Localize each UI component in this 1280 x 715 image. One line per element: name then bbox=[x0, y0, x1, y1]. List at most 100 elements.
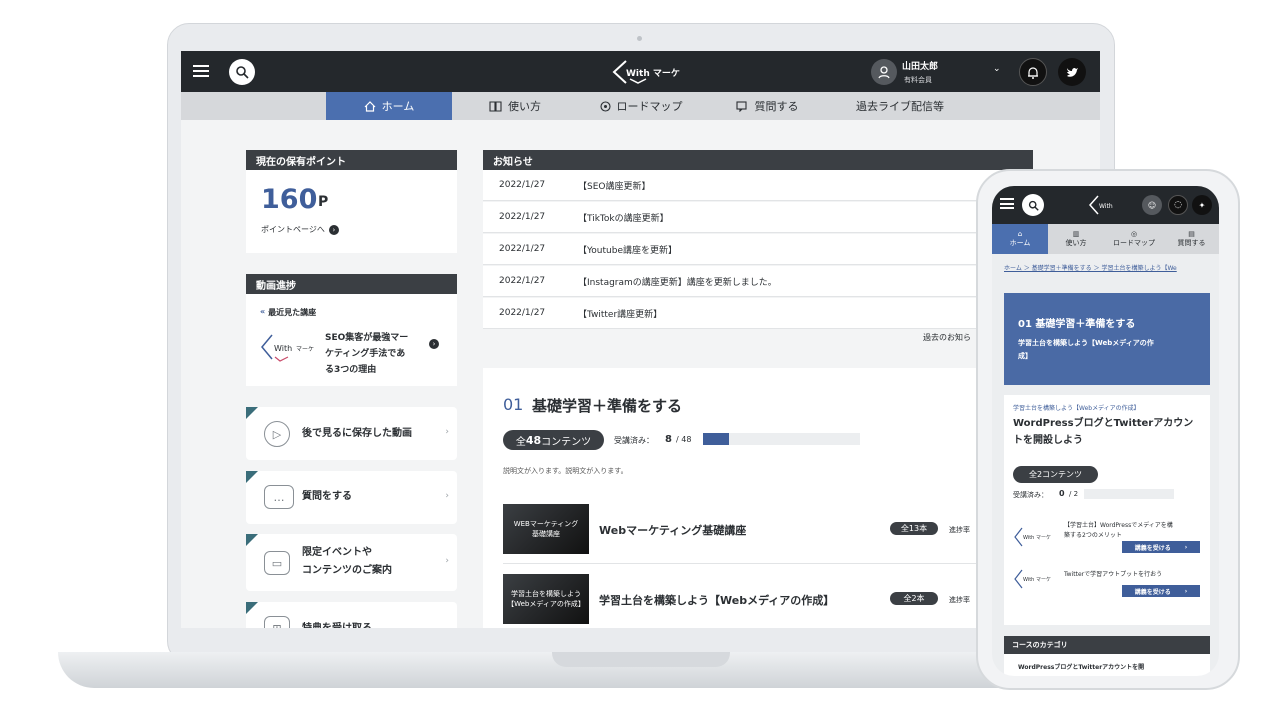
saved-videos-label: 後で見るに保存した動画 bbox=[302, 428, 412, 439]
phone-taken-label: 受講済み： bbox=[1013, 491, 1048, 499]
with-logo-icon: With マーケ bbox=[1014, 569, 1051, 589]
news-title: 【Twitter講座更新】 bbox=[578, 309, 663, 320]
phone-lesson-line: 築する2つのメリット bbox=[1064, 532, 1122, 539]
category-header: コースのカテゴリ bbox=[1004, 636, 1210, 654]
lesson-count-badge: 全2本 bbox=[890, 592, 938, 605]
course-progress-fill bbox=[703, 433, 730, 445]
laptop-screen: With マーケ 山田太郎 有料会員 ⌄ ホーム 使い方 ロードマップ 質問する… bbox=[181, 51, 1100, 628]
ask-question-card[interactable]: … 質問をする › bbox=[246, 471, 457, 524]
chat-icon: ▤ bbox=[1188, 230, 1195, 238]
phone-lesson-title[interactable]: 【学習土台】WordPressでメディアを構 築する2つのメリット bbox=[1064, 521, 1173, 541]
news-row[interactable]: 2022/1/27 【Instagramの講座更新】講座を更新しました。 bbox=[483, 266, 1033, 297]
card-corner bbox=[246, 407, 258, 419]
points-link-label: ポイントページへ bbox=[261, 225, 325, 234]
hero-sub-line: 成】 bbox=[1018, 352, 1032, 360]
laptop-notch bbox=[552, 652, 730, 667]
nav-item-guide[interactable]: 使い方 bbox=[452, 92, 578, 120]
twitter-icon[interactable]: ✦ bbox=[1192, 195, 1212, 215]
course-title: 基礎学習＋準備をする bbox=[532, 397, 683, 415]
recent-label: « 最近見た講座 bbox=[260, 307, 316, 318]
recent-label-text: 最近見た講座 bbox=[268, 308, 317, 317]
phone-nav-item-guide[interactable]: ▥ 使い方 bbox=[1048, 224, 1104, 254]
category-item[interactable]: WordPressブログとTwitterアカウントを開 bbox=[1018, 662, 1144, 671]
thumb-line: 【Webメディアの作成】 bbox=[507, 600, 585, 608]
take-lesson-button[interactable]: 講義を受ける › bbox=[1122, 585, 1200, 597]
chat-bubble-icon: … bbox=[264, 485, 294, 509]
gift-card[interactable]: ⊞ 特典を受け取る bbox=[246, 602, 457, 628]
nav-label-question: 質問する bbox=[754, 100, 799, 113]
nav-item-home[interactable]: ホーム bbox=[326, 92, 452, 120]
chevron-down-icon[interactable]: ⌄ bbox=[993, 64, 1001, 74]
double-chevron-left-icon: « bbox=[260, 307, 266, 316]
home-icon bbox=[364, 100, 376, 112]
phone-nav-item-home[interactable]: ⌂ ホーム bbox=[992, 224, 1048, 254]
site-logo[interactable]: With マーケ bbox=[612, 59, 682, 85]
course-number: 01 bbox=[503, 395, 524, 414]
thumb-line: 学習土台を構築しよう bbox=[511, 590, 581, 598]
twitter-icon[interactable] bbox=[1058, 58, 1086, 86]
lesson-title[interactable]: Webマーケティング基礎講座 bbox=[599, 522, 746, 538]
phone-total-pill: 全2コンテンツ bbox=[1013, 466, 1098, 483]
phone-lesson-line: 【学習土台】WordPressでメディアを構 bbox=[1064, 522, 1173, 529]
with-logo-icon: With マーケ bbox=[1014, 527, 1051, 547]
news-title: 【TikTokの講座更新】 bbox=[578, 213, 669, 224]
points-link[interactable]: ポイントページへ › bbox=[261, 224, 339, 235]
news-date: 2022/1/27 bbox=[499, 212, 546, 222]
lesson-status: 進捗率 bbox=[949, 596, 970, 604]
total-prefix: 全 bbox=[515, 436, 526, 448]
lesson-status: 進捗率 bbox=[949, 526, 970, 534]
hamburger-menu-icon[interactable] bbox=[1000, 198, 1014, 209]
top-header: With マーケ 山田太郎 有料会員 ⌄ bbox=[181, 51, 1100, 92]
points-header: 現在の保有ポイント bbox=[246, 150, 457, 170]
phone-nav-label: 質問する bbox=[1177, 239, 1206, 247]
nav-item-roadmap[interactable]: ロードマップ bbox=[578, 92, 704, 120]
laptop-camera bbox=[637, 36, 642, 41]
avatar[interactable]: ☺ bbox=[1142, 195, 1162, 215]
hamburger-menu-icon[interactable] bbox=[193, 65, 209, 77]
play-icon: ▷ bbox=[264, 421, 290, 447]
button-label: 講義を受ける bbox=[1134, 544, 1171, 552]
button-label: 講義を受ける bbox=[1134, 588, 1171, 596]
arrow-right-icon[interactable]: › bbox=[429, 339, 439, 349]
events-label: 限定イベントや コンテンツのご案内 bbox=[302, 544, 392, 580]
bell-icon[interactable] bbox=[1019, 58, 1047, 86]
lesson-title[interactable]: 学習土台を構築しよう【Webメディアの作成】 bbox=[599, 592, 834, 608]
phone-nav-label: ホーム bbox=[1009, 239, 1031, 247]
nav-item-archive[interactable]: 過去ライブ配信等 bbox=[830, 92, 970, 120]
lesson-thumbnail[interactable]: WEBマーケティング 基礎講座 bbox=[503, 504, 589, 554]
thumb-line: WEBマーケティング bbox=[513, 520, 579, 528]
points-unit: P bbox=[318, 194, 329, 210]
chat-icon bbox=[735, 100, 747, 112]
news-row[interactable]: 2022/1/27 【SEO講座更新】 bbox=[483, 170, 1033, 201]
phone-nav-item-question[interactable]: ▤ 質問する bbox=[1164, 224, 1219, 254]
search-icon[interactable] bbox=[1022, 194, 1044, 216]
phone-nav-item-roadmap[interactable]: ◎ ロードマップ bbox=[1104, 224, 1164, 254]
recent-course-title[interactable]: SEO集客が最強マー ケティング手法であ る3つの理由 bbox=[325, 330, 408, 378]
take-lesson-button[interactable]: 講義を受ける › bbox=[1122, 541, 1200, 553]
news-row[interactable]: 2022/1/27 【TikTokの講座更新】 bbox=[483, 202, 1033, 233]
taken-total: / 48 bbox=[676, 435, 692, 444]
site-logo-icon[interactable]: With bbox=[1088, 194, 1128, 216]
breadcrumb[interactable]: ホーム ＞ 基礎学習＋準備をする ＞ 学習土台を構築しよう【We bbox=[1004, 263, 1219, 272]
avatar[interactable] bbox=[871, 59, 897, 85]
nav-label-roadmap: ロードマップ bbox=[616, 100, 683, 113]
bell-icon[interactable]: ◌ bbox=[1168, 195, 1188, 215]
search-icon[interactable] bbox=[229, 59, 255, 85]
user-role: 有料会員 bbox=[904, 76, 932, 84]
course-panel: 01 基礎学習＋準備をする 全 48 コンテンツ 受講済み： 8 / 48 説明文が… bbox=[483, 368, 1043, 628]
phone-lesson-title[interactable]: Twitterで学習アウトプットを行おう bbox=[1064, 569, 1162, 578]
main-nav: ホーム 使い方 ロードマップ 質問する 過去ライブ配信等 bbox=[181, 92, 1100, 120]
lesson-thumbnail[interactable]: 学習土台を構築しよう 【Webメディアの作成】 bbox=[503, 574, 589, 624]
saved-videos-card[interactable]: ▷ 後で見るに保存した動画 › bbox=[246, 407, 457, 460]
news-row[interactable]: 2022/1/27 【Twitter講座更新】 bbox=[483, 298, 1033, 329]
news-row[interactable]: 2022/1/27 【Youtube講座を更新】 bbox=[483, 234, 1033, 265]
events-card[interactable]: ▭ 限定イベントや コンテンツのご案内 › bbox=[246, 534, 457, 591]
phone-taken-value: 0 bbox=[1059, 489, 1065, 498]
points-value: 160 bbox=[261, 184, 318, 215]
hero-title: 01 基礎学習＋準備をする bbox=[1018, 319, 1136, 330]
nav-item-question[interactable]: 質問する bbox=[704, 92, 830, 120]
course-progress-bar bbox=[703, 433, 860, 445]
gift-label: 特典を受け取る bbox=[302, 620, 372, 628]
nav-label-archive: 過去ライブ配信等 bbox=[856, 100, 944, 113]
news-more-link[interactable]: 過去のお知ら bbox=[923, 332, 971, 343]
